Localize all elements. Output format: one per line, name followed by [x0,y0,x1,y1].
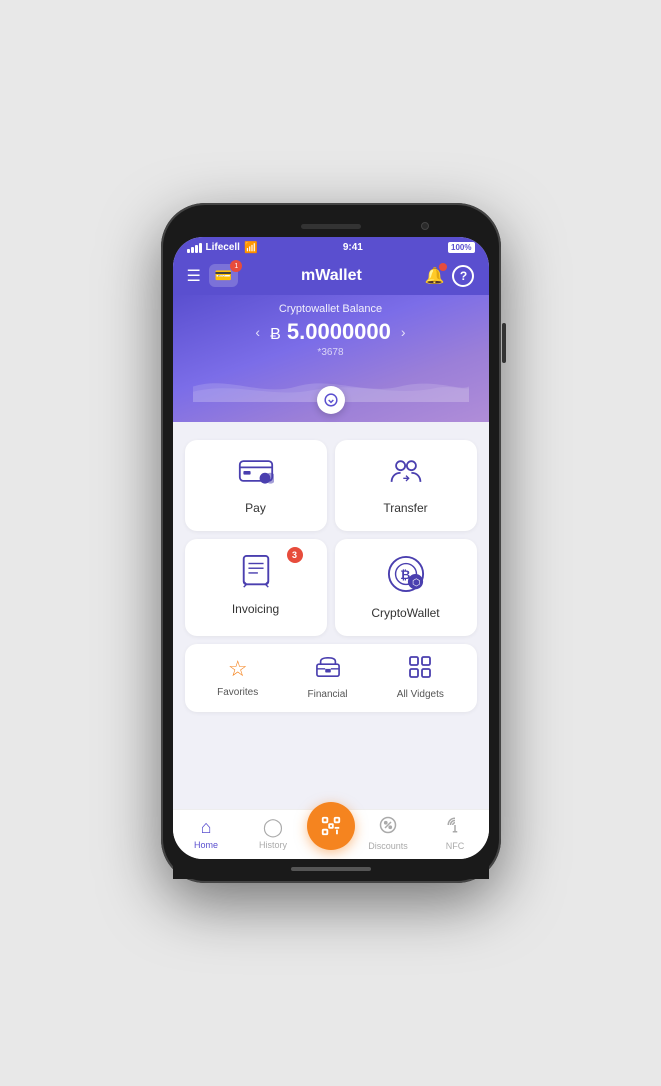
prev-balance-button[interactable]: ‹ [255,324,260,340]
card-badge: 1 [230,260,242,272]
financial-label: Financial [308,689,348,700]
action-grid: Pay Transfer [185,440,477,636]
cryptowallet-icon: ₿ ⬡ [387,555,425,598]
phone-screen: Lifecell 📶 9:41 100% ☰ 💳 1 mWallet 🔔 [173,237,489,859]
phone-camera [421,222,429,230]
hamburger-icon[interactable]: ☰ [187,266,201,286]
notification-dot [439,263,447,271]
next-balance-button[interactable]: › [401,324,406,340]
cryptowallet-label: CryptoWallet [371,606,439,620]
pay-label: Pay [245,501,266,515]
bottom-home-bar [173,859,489,879]
account-number: *3678 [193,347,469,358]
carrier-label: Lifecell [206,242,240,253]
invoicing-card[interactable]: 3 Invoicing [185,539,327,636]
cryptowallet-card[interactable]: ₿ ⬡ CryptoWallet [335,539,477,636]
phone-top-bar [173,215,489,237]
status-bar: Lifecell 📶 9:41 100% [173,237,489,258]
card-icon[interactable]: 💳 1 [209,264,238,287]
pay-icon [238,456,274,493]
all-vidgets-icon [409,656,431,684]
header-right: 🔔 ? [425,265,475,287]
side-button [502,323,506,363]
help-icon[interactable]: ? [452,265,474,287]
transfer-label: Transfer [383,501,427,515]
scan-icon [320,815,342,837]
all-vidgets-label: All Vidgets [397,689,444,700]
invoicing-label: Invoicing [232,602,279,616]
discounts-label: Discounts [368,841,408,851]
status-left: Lifecell 📶 [187,241,258,254]
expand-balance-button[interactable] [317,386,345,414]
battery-label: 100% [448,242,474,253]
currency-symbol: Ƀ [270,326,281,343]
nfc-label: NFC [446,841,465,851]
nfc-icon [446,816,464,839]
phone-speaker [301,224,361,229]
financial-widget[interactable]: Financial [308,656,348,700]
invoicing-badge: 3 [287,547,303,563]
main-content: Pay Transfer [173,422,489,809]
svg-text:⬡: ⬡ [412,577,420,588]
bottom-nav: ⌂ Home ◯ History [173,809,489,859]
phone-shell: Lifecell 📶 9:41 100% ☰ 💳 1 mWallet 🔔 [161,203,501,883]
nav-history[interactable]: ◯ History [240,817,307,850]
wifi-icon: 📶 [244,241,258,254]
nav-discounts[interactable]: Discounts [355,816,422,851]
balance-section: Cryptowallet Balance ‹ Ƀ 5.0000000 › *36… [173,295,489,422]
time-label: 9:41 [343,242,363,253]
favorites-widget[interactable]: ☆ Favorites [217,656,258,700]
balance-value: 5.0000000 [287,319,391,344]
favorites-label: Favorites [217,687,258,698]
home-indicator [291,867,371,871]
nav-home[interactable]: ⌂ Home [173,817,240,850]
app-header: ☰ 💳 1 mWallet 🔔 ? [173,258,489,295]
history-icon: ◯ [263,817,283,838]
discounts-icon [379,816,397,839]
balance-label: Cryptowallet Balance [193,303,469,315]
balance-amount: Ƀ 5.0000000 [270,319,391,345]
nav-nfc[interactable]: NFC [422,816,489,851]
all-vidgets-widget[interactable]: All Vidgets [397,656,444,700]
home-label: Home [194,840,218,850]
transfer-icon [388,456,424,493]
notification-bell-icon[interactable]: 🔔 [425,266,445,286]
widgets-bar: ☆ Favorites Financial [185,644,477,712]
transfer-card[interactable]: Transfer [335,440,477,531]
financial-icon [316,656,340,684]
app-title: mWallet [301,267,362,285]
balance-nav: ‹ Ƀ 5.0000000 › [193,319,469,345]
home-icon: ⌂ [201,817,212,838]
pay-card[interactable]: Pay [185,440,327,531]
signal-icon [187,243,202,253]
header-left: ☰ 💳 1 [187,264,239,287]
history-label: History [259,840,287,850]
invoicing-icon [241,555,271,594]
favorites-icon: ☆ [228,656,248,682]
scan-button[interactable] [307,802,355,850]
